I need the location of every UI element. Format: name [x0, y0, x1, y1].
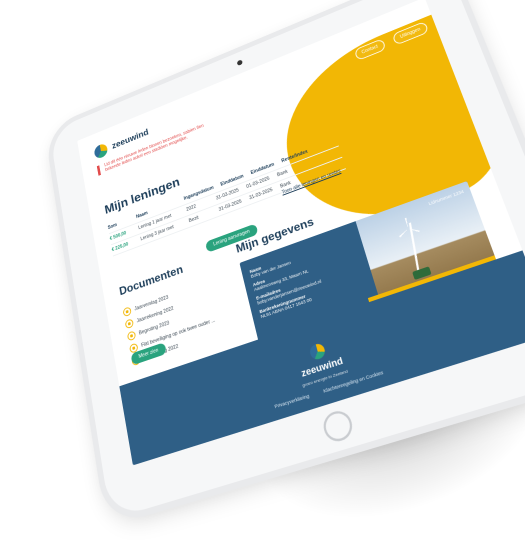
- document-icon: [122, 306, 132, 318]
- logo-mark-icon: [93, 142, 109, 160]
- turbine-blades-icon: [393, 214, 424, 244]
- document-icon: [126, 330, 137, 342]
- footer-logo: zeeuwind groen energie in Zeeland: [294, 337, 348, 388]
- document-icon: [124, 318, 135, 330]
- footer-logo-mark-icon: [308, 342, 327, 362]
- privacy-link[interactable]: Privacyverklaring: [274, 393, 310, 409]
